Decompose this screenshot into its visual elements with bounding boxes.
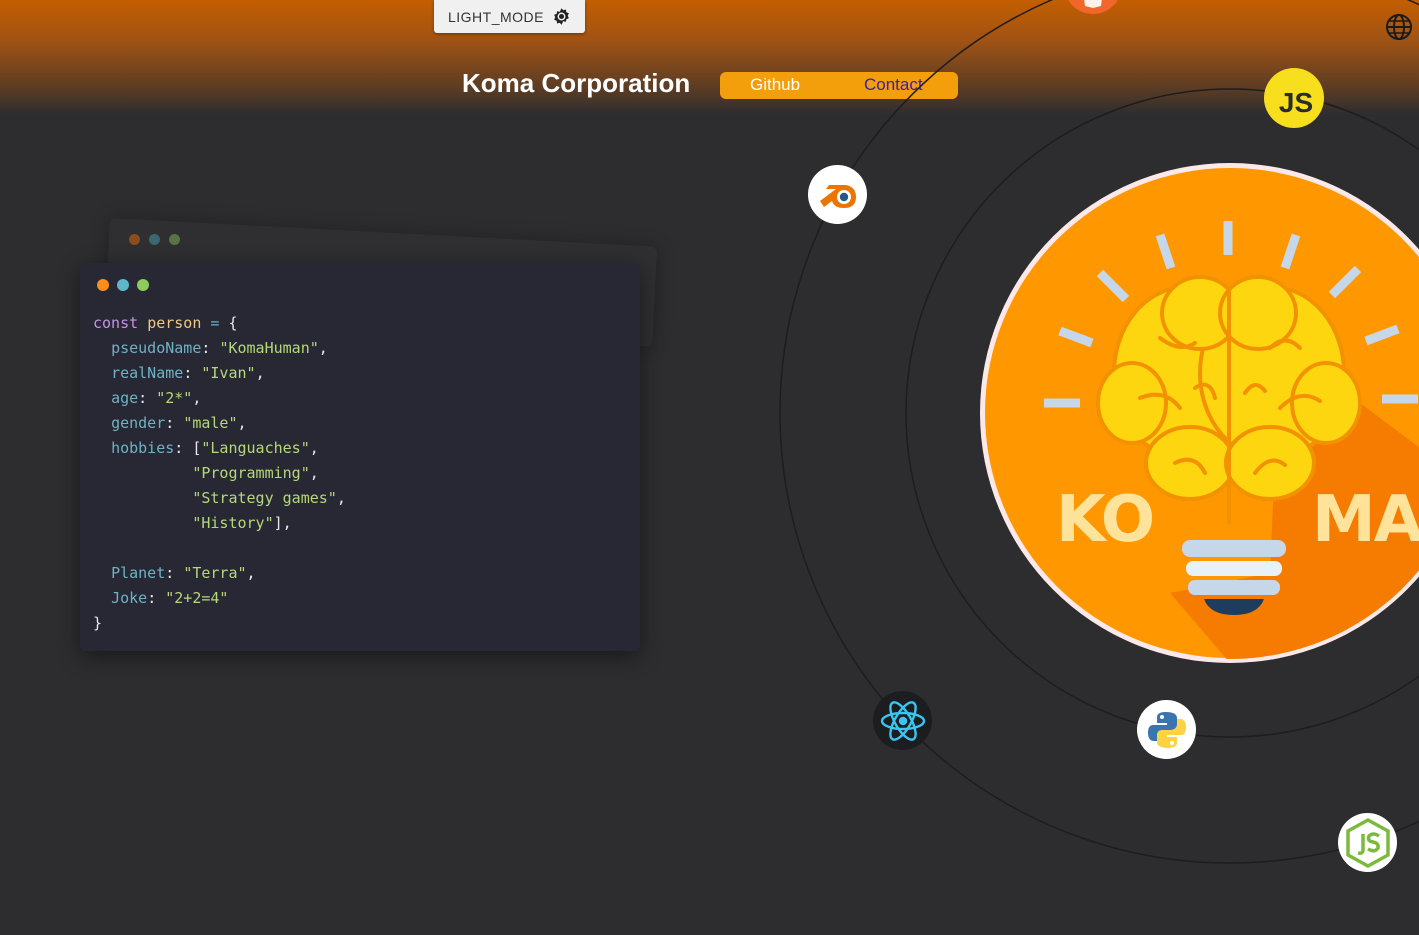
code-string: "2*" <box>156 389 193 407</box>
code-variable: person <box>147 314 202 332</box>
code-key: pseudoName <box>111 339 202 357</box>
site-title: Koma Corporation <box>462 68 691 98</box>
ghost-dot-green <box>169 234 180 245</box>
gear-icon <box>552 7 571 26</box>
code-key: realName <box>111 364 184 382</box>
header-background <box>0 0 1419 115</box>
code-snippet: const person = { pseudoName: "KomaHuman"… <box>93 314 346 632</box>
code-window: const person = { pseudoName: "KomaHuman"… <box>80 263 640 651</box>
code-brace-open: { <box>228 314 238 332</box>
python-icon[interactable] <box>1137 700 1196 759</box>
nav-bar: Github Contact <box>720 72 958 99</box>
light-mode-button[interactable]: LIGHT_MODE <box>434 0 585 33</box>
javascript-icon[interactable]: JS <box>1264 68 1324 128</box>
code-string: "male" <box>183 414 238 432</box>
code-key: Joke <box>111 589 148 607</box>
ghost-dot-teal <box>149 234 160 245</box>
globe-icon[interactable] <box>1385 13 1413 41</box>
ghost-window-dots <box>129 234 180 245</box>
code-keyword: const <box>93 314 139 332</box>
contact-link[interactable]: Contact <box>864 75 923 95</box>
code-key: Planet <box>111 564 166 582</box>
window-dots <box>97 279 149 291</box>
code-string: "Languaches" <box>201 439 310 457</box>
javascript-label: JS <box>1278 87 1314 118</box>
dot-green <box>137 279 149 291</box>
code-key: gender <box>111 414 166 432</box>
logo-text-ma: MA <box>1312 483 1419 557</box>
code-string: "Ivan" <box>201 364 256 382</box>
code-string: "Strategy games" <box>192 489 337 507</box>
koma-logo: KO MA <box>980 163 1419 663</box>
github-link[interactable]: Github <box>750 75 800 95</box>
nodejs-icon[interactable] <box>1338 813 1397 872</box>
code-string: "History" <box>192 514 274 532</box>
code-string: "Terra" <box>183 564 247 582</box>
light-mode-label: LIGHT_MODE <box>447 8 544 25</box>
code-brace-close: } <box>93 614 103 632</box>
react-icon[interactable] <box>873 691 932 750</box>
blender-icon[interactable] <box>808 165 867 224</box>
code-string: "2+2=4" <box>165 589 229 607</box>
code-operator: = <box>210 314 220 332</box>
ghost-dot-orange <box>129 234 140 245</box>
code-key: age <box>111 389 139 407</box>
code-string: "Programming" <box>192 464 310 482</box>
logo-text-ko: KO <box>1056 483 1155 557</box>
code-string: "KomaHuman" <box>219 339 319 357</box>
code-key: hobbies <box>111 439 175 457</box>
dot-teal <box>117 279 129 291</box>
dot-orange <box>97 279 109 291</box>
